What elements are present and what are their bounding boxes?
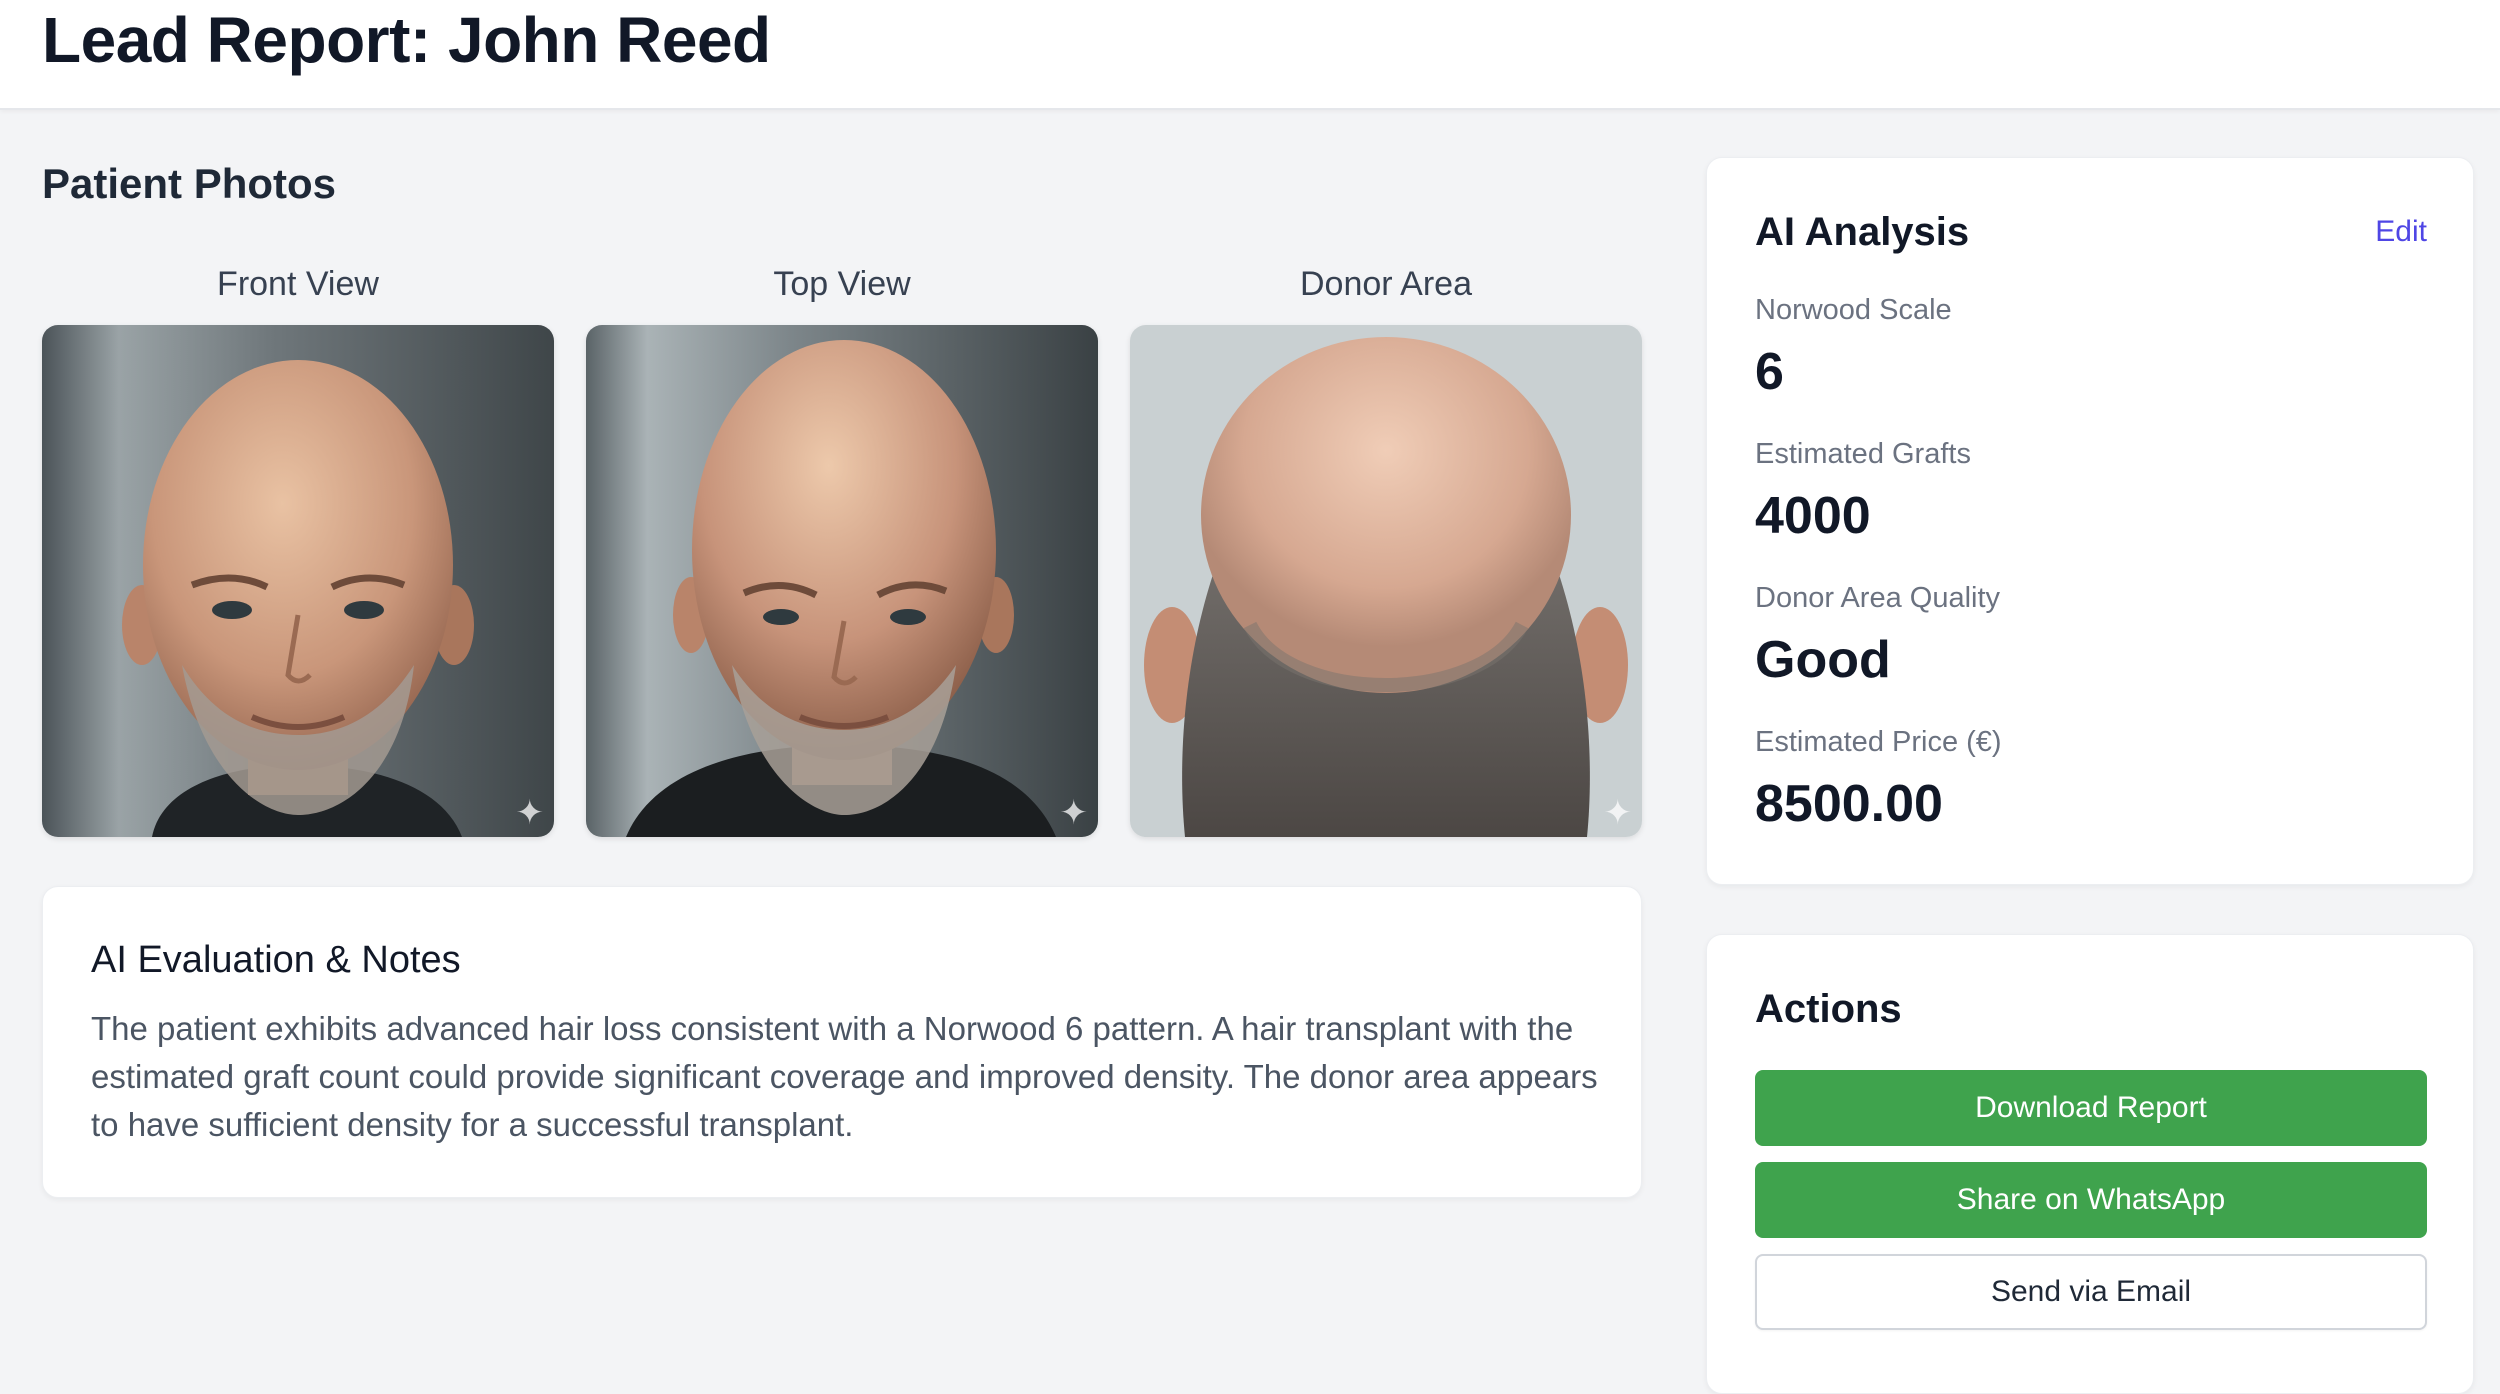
notes-body: The patient exhibits advanced hair loss … [91,1010,1598,1143]
photo-top-view[interactable]: Top View ✦ [586,262,1098,837]
patient-photos-heading: Patient Photos [42,160,337,207]
photo-label-donor: Donor Area [1300,265,1472,303]
photo-label-top: Top View [773,265,911,303]
top-view-photo[interactable]: ✦ [586,325,1098,837]
sparkle-icon: ✦ [1603,794,1633,832]
analysis-title: AI Analysis [1755,210,1970,254]
notes-title: AI Evaluation & Notes [91,939,461,981]
donor-area-photo[interactable]: ✦ [1130,325,1642,837]
ai-analysis-card: AI Analysis Edit Norwood Scale 6 Estimat… [1706,157,2474,885]
norwood-scale-value: 6 [1755,343,1784,401]
norwood-scale-label: Norwood Scale [1755,294,1952,326]
top-face-image [586,325,1098,837]
estimated-price-value: 8500.00 [1755,775,1943,833]
download-report-button[interactable]: Download Report [1755,1070,2427,1146]
top-header: Lead Report: John Reed [0,0,2500,110]
photo-front-view[interactable]: Front View ✦ [42,262,554,837]
sparkle-icon: ✦ [1059,794,1089,832]
send-email-button[interactable]: Send via Email [1755,1254,2427,1330]
donor-area-quality-label: Donor Area Quality [1755,582,2001,614]
share-whatsapp-button[interactable]: Share on WhatsApp [1755,1162,2427,1238]
photo-label-front: Front View [217,265,379,303]
photo-donor-area[interactable]: Donor Area ✦ [1130,262,1642,837]
donor-area-quality-value: Good [1755,631,1891,689]
donor-area-image [1130,325,1642,837]
ai-evaluation-notes-card: AI Evaluation & Notes The patient exhibi… [42,886,1642,1198]
estimated-price-label: Estimated Price (€) [1755,726,2002,758]
estimated-grafts-label: Estimated Grafts [1755,438,1971,470]
actions-title: Actions [1755,987,1902,1031]
estimated-grafts-value: 4000 [1755,487,1871,545]
actions-card: Actions Download Report Share on WhatsAp… [1706,934,2474,1394]
sparkle-icon: ✦ [515,794,545,832]
front-view-photo[interactable]: ✦ [42,325,554,837]
edit-analysis-link[interactable]: Edit [2375,214,2427,250]
page-title: Lead Report: John Reed [42,4,771,76]
front-face-image [42,325,554,837]
